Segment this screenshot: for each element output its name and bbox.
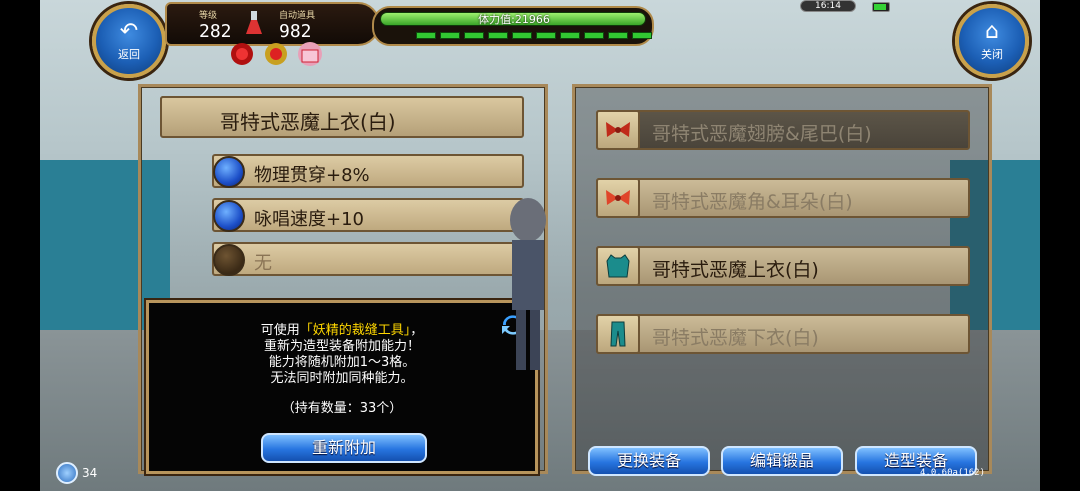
auto-items-stat: 自动道具 982 (279, 11, 316, 42)
sp-segment (416, 32, 436, 39)
owned-count: （持有数量：33个） (281, 401, 403, 416)
home-icon: ⌂ (985, 19, 999, 44)
sp-segment (536, 32, 556, 39)
equipment-item-bottom[interactable]: 哥特式恶魔下衣(白) (596, 314, 970, 354)
potion-flask-icon (246, 11, 262, 34)
tab-edit-crystal[interactable]: 编辑锻晶 (721, 446, 843, 476)
sp-segment (632, 32, 652, 39)
equipment-item-horns[interactable]: 哥特式恶魔角&耳朵(白) (596, 178, 970, 218)
sp-segment (440, 32, 460, 39)
close-button[interactable]: ⌂ 关闭 (955, 4, 1029, 78)
sp-segment (512, 32, 532, 39)
empty-orb-icon (213, 244, 245, 276)
version-label: 4.0.60a(162) (920, 468, 986, 478)
clock: 16:14 (800, 0, 856, 12)
equipment-item-top[interactable]: 哥特式恶魔上衣(白) (596, 246, 970, 286)
character-sprite (510, 198, 546, 370)
sp-segment (560, 32, 580, 39)
ability-orb-icon (213, 156, 245, 188)
sp-segment (488, 32, 508, 39)
equipment-item-wings[interactable]: 哥特式恶魔翅膀&尾巴(白) (596, 110, 970, 150)
buff-icons (231, 42, 322, 66)
ability-orb-icon (213, 200, 245, 232)
ribbon-icon (596, 178, 640, 218)
medal-icon (265, 43, 287, 65)
level-stat: 等级 282 (199, 11, 232, 42)
stamina-frame: 体力值:21966 (372, 6, 654, 46)
undo-arrow-icon: ↶ (119, 19, 139, 44)
gift-icon (298, 42, 322, 66)
reforge-info-box: 可使用「妖精的裁缝工具」， 重新为造型装备附加能力！ 能力将随机附加1～3格。 … (146, 300, 538, 474)
battery-icon (872, 2, 890, 12)
sp-segment (584, 32, 604, 39)
reforge-button[interactable]: 重新附加 (261, 433, 427, 463)
ribbon-icon (596, 110, 640, 150)
ability-slot-2: 咏唱速度+10 (212, 198, 524, 232)
sp-segment (608, 32, 628, 39)
bottom-count: 34 (82, 466, 98, 480)
coat-icon (596, 246, 640, 286)
stamina-bar: 体力值:21966 (380, 12, 646, 26)
red-gem-icon (231, 43, 253, 65)
pants-icon (596, 314, 640, 354)
sp-segments (416, 32, 652, 39)
ability-slot-3: 无 (212, 242, 524, 276)
ability-slot-1: 物理贯穿+8% (212, 154, 524, 188)
tab-change-equipment[interactable]: 更换装备 (588, 446, 710, 476)
selected-item-title: 哥特式恶魔上衣(白) (160, 96, 524, 138)
back-button[interactable]: ↶ 返回 (92, 4, 166, 78)
menu-gear-icon[interactable] (56, 462, 78, 484)
sp-segment (464, 32, 484, 39)
info-line-4: 无法同时附加同种能力。 (270, 371, 414, 386)
